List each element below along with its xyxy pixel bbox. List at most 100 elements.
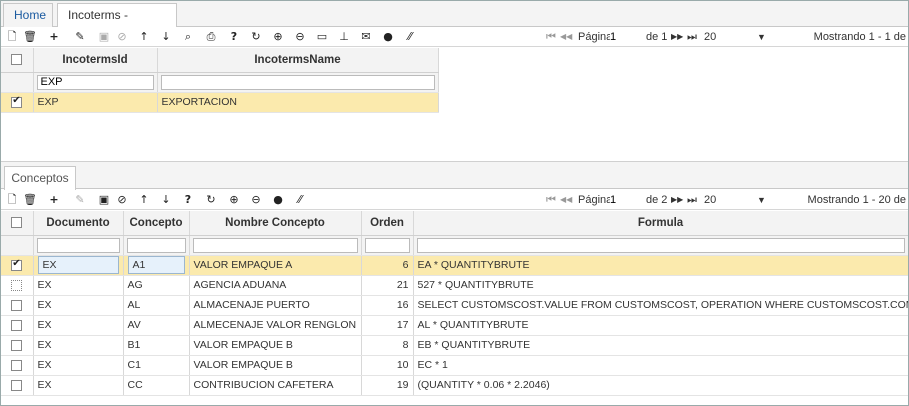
- trash-icon[interactable]: 🗑: [23, 29, 37, 44]
- page-size-select[interactable]: 20: [704, 191, 716, 209]
- cell-incotermsname: EXPORTACION: [157, 92, 439, 113]
- table-row[interactable]: EX AL ALMACENAJE PUERTO 16 SELECT CUSTOM…: [1, 295, 908, 316]
- select-all-checkbox[interactable]: [1, 48, 34, 73]
- zoom-out-icon[interactable]: ⊖: [293, 29, 307, 44]
- chevron-down-icon[interactable]: ▼: [757, 28, 766, 46]
- new-doc-icon[interactable]: 🗋: [5, 29, 19, 44]
- page-input[interactable]: [610, 192, 642, 208]
- table-row[interactable]: EX A1 VALOR EMPAQUE A 6 EA * QUANTITYBRU…: [1, 255, 908, 276]
- row-checkbox[interactable]: [11, 279, 23, 291]
- arrow-down-icon[interactable]: ↓: [159, 29, 173, 44]
- pencil-icon[interactable]: ✎: [73, 192, 87, 207]
- cell-orden: 10: [361, 355, 414, 376]
- plus-icon[interactable]: +: [47, 192, 61, 207]
- help-icon[interactable]: ?: [227, 29, 241, 44]
- table-row[interactable]: EX AV ALMECENAJE VALOR RENGLON 17 AL * Q…: [1, 315, 908, 336]
- zoom-out-icon[interactable]: ⊖: [249, 192, 263, 207]
- row-checkbox[interactable]: [11, 379, 23, 391]
- filter-formula[interactable]: [416, 237, 905, 253]
- last-page-icon[interactable]: ⏭: [687, 191, 697, 209]
- cell-formula: AL * QUANTITYBRUTE: [413, 315, 908, 336]
- table-row[interactable]: EX C1 VALOR EMPAQUE B 10 EC * 1: [1, 355, 908, 376]
- record-status: Mostrando 1 - 20 de: [807, 194, 906, 206]
- print-icon[interactable]: ⎙: [204, 29, 218, 44]
- new-doc-icon[interactable]: 🗋: [5, 192, 19, 207]
- filter-incotermsid[interactable]: [36, 74, 154, 90]
- toolbar-bottom: 🗋 🗑 + ✎ ▣ ⊘ ↑ ↓ ? ↻ ⊕ ⊖ ● ⁄⁄ ⏮ ◀◀ Página…: [1, 190, 908, 210]
- next-page-icon[interactable]: ▶▶: [671, 28, 683, 46]
- first-page-icon[interactable]: ⏮: [546, 191, 556, 209]
- conceptos-grid: Documento Concepto Nombre Concepto Orden…: [1, 211, 908, 396]
- page-input[interactable]: [610, 29, 642, 45]
- filter-orden[interactable]: [364, 237, 410, 253]
- col-header-orden[interactable]: Orden: [361, 211, 414, 236]
- add-circle-icon[interactable]: ●: [381, 29, 395, 44]
- row-checkbox[interactable]: [11, 299, 23, 311]
- row-checkbox[interactable]: [11, 339, 23, 351]
- last-page-icon[interactable]: ⏭: [687, 28, 697, 46]
- prev-page-icon[interactable]: ◀◀: [560, 191, 572, 209]
- first-page-icon[interactable]: ⏮: [546, 28, 556, 46]
- tab-conceptos[interactable]: Conceptos: [4, 166, 76, 190]
- cell-orden: 16: [361, 295, 414, 316]
- zoom-in-icon[interactable]: ⊕: [227, 192, 241, 207]
- table-row[interactable]: EX AG AGENCIA ADUANA 21 527 * QUANTITYBR…: [1, 275, 908, 296]
- pencil-icon[interactable]: ✎: [73, 29, 87, 44]
- refresh-icon[interactable]: ↻: [204, 192, 218, 207]
- row-checkbox[interactable]: [11, 359, 23, 371]
- filter-documento[interactable]: [36, 237, 120, 253]
- col-header-formula[interactable]: Formula: [413, 211, 908, 236]
- next-page-icon[interactable]: ▶▶: [671, 191, 683, 209]
- cell-nombre: AGENCIA ADUANA: [189, 275, 362, 296]
- cell-incotermsid: EXP: [33, 92, 158, 113]
- zoom-icon[interactable]: ⌕: [181, 29, 195, 44]
- cell-documento: EX: [33, 355, 124, 376]
- cell-documento-edit[interactable]: EX: [37, 256, 119, 274]
- page-size-select[interactable]: 20: [704, 28, 716, 46]
- row-checkbox[interactable]: [11, 95, 23, 108]
- cell-concepto: B1: [123, 335, 190, 356]
- filter-nombre-concepto[interactable]: [192, 237, 358, 253]
- col-header-incotermsname[interactable]: IncotermsName: [157, 48, 439, 73]
- chevron-down-icon[interactable]: ▼: [757, 191, 766, 209]
- arrow-up-icon[interactable]: ↑: [137, 192, 151, 207]
- mail-icon[interactable]: ✉: [359, 29, 373, 44]
- tab-incoterms[interactable]: Incoterms -[binc]×: [57, 3, 177, 44]
- cell-concepto-edit[interactable]: A1: [127, 256, 185, 274]
- plus-icon[interactable]: +: [47, 29, 61, 44]
- col-header-documento[interactable]: Documento: [33, 211, 124, 236]
- tab-bar: Home Incoterms -[binc]×: [1, 1, 908, 44]
- trash-icon[interactable]: 🗑: [23, 192, 37, 207]
- table-row[interactable]: EX CC CONTRIBUCION CAFETERA 19 (QUANTITY…: [1, 375, 908, 396]
- select-all-checkbox[interactable]: [1, 211, 34, 236]
- cell-formula: 527 * QUANTITYBRUTE: [413, 275, 908, 296]
- refresh-icon[interactable]: ↻: [249, 29, 263, 44]
- zoom-in-icon[interactable]: ⊕: [271, 29, 285, 44]
- comment-icon[interactable]: ▭: [315, 29, 329, 44]
- row-checkbox[interactable]: [11, 258, 23, 271]
- add-circle-icon[interactable]: ●: [271, 192, 285, 207]
- cell-orden: 17: [361, 315, 414, 336]
- pin-icon[interactable]: ⊥: [337, 29, 351, 44]
- cancel-icon[interactable]: ⊘: [115, 192, 129, 207]
- filter-incotermsname[interactable]: [160, 74, 435, 90]
- tab-home[interactable]: Home: [3, 3, 53, 27]
- prev-page-icon[interactable]: ◀◀: [560, 28, 572, 46]
- row-checkbox[interactable]: [11, 319, 23, 331]
- help-icon[interactable]: ?: [181, 192, 195, 207]
- col-header-concepto[interactable]: Concepto: [123, 211, 190, 236]
- save-icon[interactable]: ▣: [97, 192, 111, 207]
- arrow-up-icon[interactable]: ↑: [137, 29, 151, 44]
- cancel-icon[interactable]: ⊘: [115, 29, 129, 44]
- resize-icon[interactable]: ⁄⁄: [293, 192, 307, 207]
- cell-documento: EX: [33, 335, 124, 356]
- arrow-down-icon[interactable]: ↓: [159, 192, 173, 207]
- save-icon[interactable]: ▣: [97, 29, 111, 44]
- col-header-nombre-concepto[interactable]: Nombre Concepto: [189, 211, 362, 236]
- table-row[interactable]: EXP EXPORTACION: [1, 92, 439, 113]
- resize-icon[interactable]: ⁄⁄: [403, 29, 417, 44]
- col-header-incotermsid[interactable]: IncotermsId: [33, 48, 158, 73]
- cell-documento: EX: [33, 275, 124, 296]
- filter-concepto[interactable]: [126, 237, 186, 253]
- table-row[interactable]: EX B1 VALOR EMPAQUE B 8 EB * QUANTITYBRU…: [1, 335, 908, 356]
